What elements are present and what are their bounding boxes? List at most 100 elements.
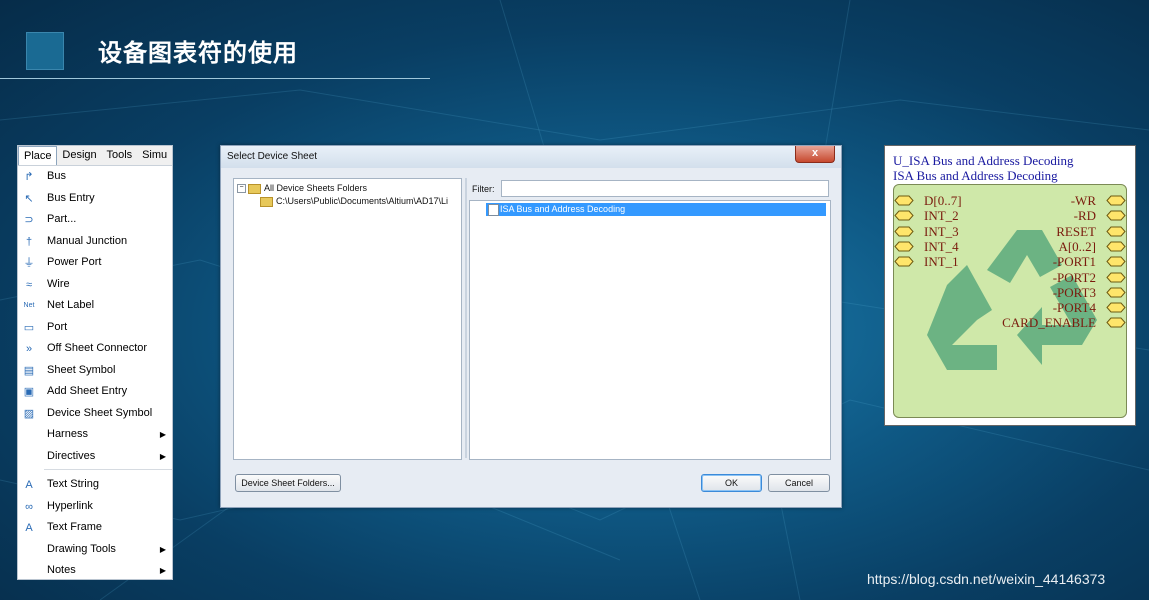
menu-item-label: Power Port xyxy=(47,256,102,268)
menu-item-label: Wire xyxy=(47,277,70,290)
right-port: A[0..2] xyxy=(976,239,1126,254)
submenu-arrow-icon: ▶ xyxy=(159,430,166,439)
menu-item-label: Text String xyxy=(47,478,99,490)
port-shape xyxy=(894,256,914,267)
menu-item-power-port[interactable]: ⏚ Power Port xyxy=(18,252,172,274)
place-menu-items: ↱ Bus ↖ Bus Entry ⊃ Part... † Manual Junction ⏚ P… xyxy=(18,166,172,582)
menubar-place[interactable]: Place xyxy=(18,146,58,165)
menu-item-label: Device Sheet Symbol xyxy=(47,406,153,419)
right-port: CARD_ENABLE xyxy=(976,315,1126,330)
menu-item-harness[interactable]: Harness ▶ xyxy=(18,424,172,446)
port-label: -PORT1 xyxy=(1052,254,1096,270)
port-shape xyxy=(1106,287,1126,298)
menubar-simulate[interactable]: Simu xyxy=(137,146,172,165)
slide-title: 设备图表符的使用 xyxy=(98,39,298,67)
port-shape xyxy=(1106,256,1126,267)
device-sheet-folders-button[interactable]: Device Sheet Folders... xyxy=(235,474,341,492)
menu-item-net-label[interactable]: Net Net Label xyxy=(18,295,172,317)
filter-input[interactable] xyxy=(501,180,829,197)
right-port: RESET xyxy=(976,224,1126,239)
menu-item-manual-junction[interactable]: † Manual Junction xyxy=(18,231,172,253)
submenu-arrow-icon: ▶ xyxy=(159,566,166,575)
right-port: -WR xyxy=(976,193,1126,208)
port-label: -RD xyxy=(1073,208,1096,224)
menu-item-label: Drawing Tools xyxy=(47,542,116,555)
dialog-title: Select Device Sheet xyxy=(227,151,318,162)
port-shape xyxy=(894,226,914,237)
device-sheet-list-area: Filter: ISA Bus and Address Decoding xyxy=(469,178,831,460)
port-shape xyxy=(894,210,914,221)
menu-item-label: Part... xyxy=(47,213,77,225)
menu-item-label: Bus Entry xyxy=(47,191,95,204)
menu-item-label: Harness xyxy=(47,428,88,440)
power-port-icon: ⏚ xyxy=(23,257,35,269)
menu-item-add-sheet-entry[interactable]: ▣ Add Sheet Entry xyxy=(18,381,172,403)
tree-child-label: C:\Users\Public\Documents\Altium\AD17\Li xyxy=(276,196,449,206)
menubar-tools[interactable]: Tools xyxy=(102,146,138,165)
part-icon: ⊃ xyxy=(24,214,34,226)
menu-item-text-string[interactable]: A Text String xyxy=(18,474,172,496)
device-sheet-symbol-preview: U_ISA Bus and Address Decoding ISA Bus a… xyxy=(884,145,1136,426)
wire-icon: ≈ xyxy=(25,278,33,291)
port-shape xyxy=(1106,210,1126,221)
menu-item-label: Sheet Symbol xyxy=(47,363,116,376)
menubar-design[interactable]: Design xyxy=(57,146,101,165)
close-button[interactable]: x xyxy=(795,146,835,163)
ok-button[interactable]: OK xyxy=(701,474,762,492)
menu-item-directives[interactable]: Directives ▶ xyxy=(18,446,172,468)
port-shape xyxy=(894,195,914,206)
tree-root-row[interactable]: − All Device Sheets Folders xyxy=(237,182,367,195)
folder-tree[interactable]: − All Device Sheets Folders C:\Users\Publ… xyxy=(233,178,462,460)
device-sheet-list[interactable]: ISA Bus and Address Decoding xyxy=(469,200,831,460)
menu-item-label: Manual Junction xyxy=(47,234,128,247)
menu-item-part[interactable]: ⊃ Part... xyxy=(18,209,172,231)
close-icon: x xyxy=(811,147,819,159)
port-label: INT_2 xyxy=(924,208,959,224)
menu-item-hyperlink[interactable]: ∞ Hyperlink xyxy=(18,496,172,518)
submenu-arrow-icon: ▶ xyxy=(159,544,166,554)
port-shape xyxy=(894,241,914,252)
add-sheet-entry-icon: ▣ xyxy=(23,386,35,398)
text-string-icon: A xyxy=(25,479,33,491)
place-menu-panel: Place Design Tools Simu ↱ Bus ↖ Bus Entry ⊃ P… xyxy=(17,145,173,580)
collapse-icon[interactable]: − xyxy=(237,184,246,194)
bus-entry-icon: ↖ xyxy=(24,192,34,205)
menu-item-off-sheet-connector[interactable]: » Off Sheet Connector xyxy=(18,338,172,360)
slide-header: 设备图表符的使用 xyxy=(0,28,430,80)
menu-item-text-frame[interactable]: A Text Frame xyxy=(18,517,172,539)
menu-item-bus[interactable]: ↱ Bus xyxy=(18,166,172,188)
menu-item-port[interactable]: ▭ Port xyxy=(18,317,172,339)
menu-item-notes[interactable]: Notes ▶ xyxy=(18,560,172,582)
right-port: -PORT3 xyxy=(976,285,1126,300)
menu-item-label: Directives xyxy=(47,449,96,462)
port-label: -PORT2 xyxy=(1052,269,1096,285)
menu-item-wire[interactable]: ≈ Wire xyxy=(18,274,172,296)
tree-root-label: All Device Sheets Folders xyxy=(264,183,368,193)
tree-child-row[interactable]: C:\Users\Public\Documents\Altium\AD17\Li xyxy=(260,195,448,208)
menu-item-label: Port xyxy=(47,320,68,333)
submenu-arrow-icon: ▶ xyxy=(159,451,166,461)
menu-item-label: Hyperlink xyxy=(47,499,93,512)
menu-item-drawing-tools[interactable]: Drawing Tools ▶ xyxy=(18,539,172,561)
port-shape xyxy=(1106,302,1126,313)
menu-item-label: Bus xyxy=(47,170,66,182)
list-item-label: ISA Bus and Address Decoding xyxy=(500,204,626,214)
net-label-icon: Net xyxy=(23,302,35,309)
menu-item-label: Text Frame xyxy=(47,521,103,533)
symbol-body: D[0..7] INT_2 INT_3 INT_4 INT_1 -WR -RD RESET A… xyxy=(893,184,1127,418)
menu-item-device-sheet-symbol[interactable]: ▨ Device Sheet Symbol xyxy=(18,403,172,425)
menu-item-label: Add Sheet Entry xyxy=(47,385,128,397)
dialog-titlebar: Select Device Sheet x xyxy=(221,146,841,168)
right-port: -PORT4 xyxy=(976,300,1126,315)
device-sheet-symbol-icon: ▨ xyxy=(23,407,35,420)
port-shape xyxy=(1106,226,1126,237)
port-label: INT_4 xyxy=(924,238,959,254)
pane-splitter[interactable] xyxy=(465,178,467,458)
menu-item-bus-entry[interactable]: ↖ Bus Entry xyxy=(18,188,172,210)
port-label: INT_1 xyxy=(924,254,959,270)
select-device-sheet-dialog: Select Device Sheet x − All Device Sheets… xyxy=(220,145,842,508)
list-item-selected[interactable]: ISA Bus and Address Decoding xyxy=(486,203,826,216)
cancel-button[interactable]: Cancel xyxy=(768,474,830,492)
menu-item-sheet-symbol[interactable]: ▤ Sheet Symbol xyxy=(18,360,172,382)
port-shape xyxy=(1106,317,1126,328)
